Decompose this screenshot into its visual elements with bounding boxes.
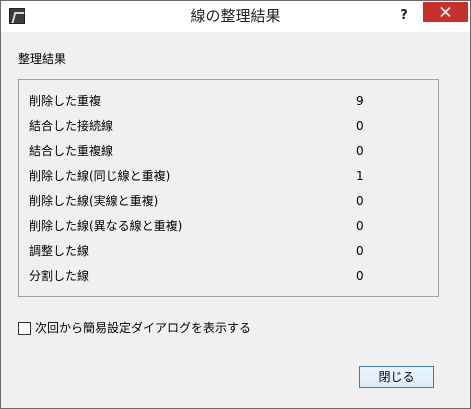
result-row: 分割した線 0: [29, 267, 429, 285]
result-value: 0: [356, 219, 364, 233]
title-bar[interactable]: 線の整理結果 ?: [1, 1, 470, 32]
result-value: 0: [356, 244, 364, 258]
result-row: 削除した線(同じ線と重複) 1: [29, 167, 429, 185]
result-row: 結合した接続線 0: [29, 117, 429, 135]
result-row: 調整した線 0: [29, 242, 429, 260]
close-button[interactable]: 閉じる: [359, 366, 434, 388]
result-row: 削除した線(実線と重複) 0: [29, 192, 429, 210]
close-icon: [440, 7, 451, 17]
result-label: 削除した線(異なる線と重複): [29, 219, 183, 233]
result-label: 削除した線(同じ線と重複): [29, 169, 171, 183]
result-value: 9: [356, 94, 364, 108]
show-dialog-checkbox-label[interactable]: 次回から簡易設定ダイアログを表示する: [35, 320, 251, 336]
result-row: 削除した線(異なる線と重複) 0: [29, 217, 429, 235]
close-window-button[interactable]: [423, 2, 468, 22]
show-dialog-checkbox[interactable]: [18, 322, 31, 335]
help-button[interactable]: ?: [393, 6, 415, 26]
results-group: 削除した重複 9 結合した接続線 0 結合した重複線 0 削除した線(同じ線と重…: [18, 79, 439, 297]
result-label: 分割した線: [29, 269, 90, 283]
result-label: 削除した線(実線と重複): [29, 194, 159, 208]
result-row: 結合した重複線 0: [29, 142, 429, 160]
result-label: 結合した接続線: [29, 119, 114, 133]
result-value: 0: [356, 119, 364, 133]
result-value: 0: [356, 144, 364, 158]
dialog-window: 線の整理結果 ? 整理結果 削除した重複 9 結合した接続線 0 結合した重複線…: [0, 0, 471, 409]
result-label: 調整した線: [29, 244, 90, 258]
section-title: 整理結果: [18, 52, 67, 66]
result-value: 0: [356, 269, 364, 283]
result-value: 1: [356, 169, 364, 183]
dialog-content: 整理結果 削除した重複 9 結合した接続線 0 結合した重複線 0 削除した線(…: [9, 32, 462, 400]
result-label: 結合した重複線: [29, 144, 114, 158]
result-value: 0: [356, 194, 364, 208]
result-label: 削除した重複: [29, 94, 102, 108]
result-row: 削除した重複 9: [29, 92, 429, 110]
